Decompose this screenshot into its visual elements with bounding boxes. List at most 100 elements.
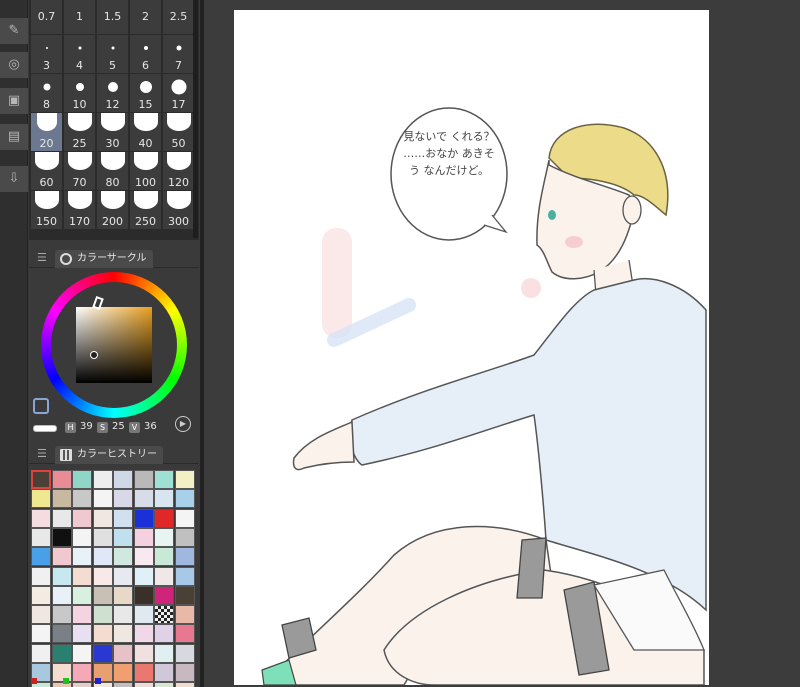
history-swatch[interactable]	[92, 624, 113, 644]
brush-size-250[interactable]: 250	[130, 191, 161, 229]
history-swatch[interactable]	[154, 489, 174, 509]
brush-size-15[interactable]: 15	[130, 74, 161, 112]
canvas-paper[interactable]: 見ないで くれる？ ……おなか あきそう なんだけど。	[234, 10, 709, 686]
history-swatch[interactable]	[31, 566, 51, 586]
history-swatch[interactable]	[174, 547, 195, 567]
brush-size-170[interactable]: 170	[64, 191, 95, 229]
history-swatch[interactable]	[92, 489, 113, 509]
history-swatch[interactable]	[92, 547, 113, 567]
history-swatch[interactable]	[113, 489, 133, 509]
brush-size-4[interactable]: 4	[64, 35, 95, 73]
play-icon[interactable]: ▶	[175, 416, 191, 432]
brush-size-0-7[interactable]: 0.7	[31, 0, 62, 34]
history-swatch[interactable]	[133, 643, 154, 663]
brush-size-7[interactable]: 7	[163, 35, 194, 73]
panel-menu-icon[interactable]: ☰	[37, 447, 47, 460]
history-swatch[interactable]	[51, 489, 72, 509]
history-swatch[interactable]	[72, 489, 92, 509]
brush-size-60[interactable]: 60	[31, 152, 62, 190]
brush-size-40[interactable]: 40	[130, 113, 161, 151]
history-swatch[interactable]	[113, 508, 133, 528]
history-swatch[interactable]	[133, 508, 154, 528]
tab-color-history[interactable]: カラーヒストリー	[55, 446, 163, 464]
history-swatch[interactable]	[113, 605, 133, 625]
brush-size-70[interactable]: 70	[64, 152, 95, 190]
history-swatch[interactable]	[92, 585, 113, 605]
history-swatch[interactable]	[113, 643, 133, 663]
brush-size-300[interactable]: 300	[163, 191, 194, 229]
history-swatch[interactable]	[51, 527, 72, 547]
history-swatch[interactable]	[154, 508, 174, 528]
history-swatch[interactable]	[154, 585, 174, 605]
history-swatch[interactable]	[51, 470, 72, 489]
brush-size-2[interactable]: 2	[130, 0, 161, 34]
history-swatch[interactable]	[133, 605, 154, 625]
saturation-value-square[interactable]	[76, 307, 152, 383]
history-swatch[interactable]	[31, 585, 51, 605]
history-swatch[interactable]	[113, 585, 133, 605]
history-swatch[interactable]	[133, 566, 154, 586]
history-swatch[interactable]	[31, 624, 51, 644]
brush-size-10[interactable]: 10	[64, 74, 95, 112]
brush-size-200[interactable]: 200	[97, 191, 128, 229]
history-swatch[interactable]	[72, 643, 92, 663]
history-swatch[interactable]	[92, 643, 113, 663]
brush-size-50[interactable]: 50	[163, 113, 194, 151]
history-swatch[interactable]	[72, 605, 92, 625]
history-swatch[interactable]	[154, 547, 174, 567]
history-swatch[interactable]	[31, 508, 51, 528]
history-swatch[interactable]	[51, 585, 72, 605]
brush-size-17[interactable]: 17	[163, 74, 194, 112]
history-swatch[interactable]	[133, 624, 154, 644]
history-swatch[interactable]	[31, 470, 51, 489]
history-swatch[interactable]	[72, 470, 92, 489]
history-swatch[interactable]	[113, 624, 133, 644]
download-icon[interactable]: ⇩	[0, 166, 28, 192]
history-swatch[interactable]	[31, 547, 51, 567]
brush-size-2-5[interactable]: 2.5	[163, 0, 194, 34]
brush-size-1[interactable]: 1	[64, 0, 95, 34]
film-icon[interactable]: ▤	[0, 124, 28, 150]
history-swatch[interactable]	[133, 489, 154, 509]
canvas-area[interactable]: 見ないで くれる？ ……おなか あきそう なんだけど。	[204, 0, 800, 687]
history-swatch[interactable]	[113, 547, 133, 567]
brush-size-25[interactable]: 25	[64, 113, 95, 151]
history-swatch[interactable]	[174, 489, 195, 509]
history-swatch[interactable]	[51, 547, 72, 567]
brush-size-30[interactable]: 30	[97, 113, 128, 151]
hue-ring[interactable]	[41, 272, 187, 418]
history-swatch[interactable]	[174, 605, 195, 625]
ruler-settings-icon[interactable]: ✎	[0, 18, 28, 44]
history-swatch[interactable]	[72, 585, 92, 605]
history-swatch[interactable]	[174, 508, 195, 528]
history-swatch[interactable]	[51, 624, 72, 644]
history-swatch[interactable]	[113, 470, 133, 489]
history-swatch[interactable]	[92, 508, 113, 528]
history-swatch[interactable]	[174, 624, 195, 644]
history-swatch[interactable]	[133, 547, 154, 567]
history-swatch[interactable]	[92, 566, 113, 586]
sv-cursor[interactable]	[90, 351, 98, 359]
history-swatch[interactable]	[174, 470, 195, 489]
history-swatch[interactable]	[51, 566, 72, 586]
history-swatch[interactable]	[133, 585, 154, 605]
history-swatch[interactable]	[133, 470, 154, 489]
brush-size-100[interactable]: 100	[130, 152, 161, 190]
history-swatch[interactable]	[92, 605, 113, 625]
transparent-toggle[interactable]	[33, 425, 57, 432]
history-swatch[interactable]	[174, 566, 195, 586]
panel-menu-icon[interactable]: ☰	[37, 251, 47, 264]
history-swatch[interactable]	[72, 508, 92, 528]
brush-size-12[interactable]: 12	[97, 74, 128, 112]
history-swatch[interactable]	[31, 643, 51, 663]
brush-size-6[interactable]: 6	[130, 35, 161, 73]
layer-icon[interactable]: ▣	[0, 88, 28, 114]
history-swatch[interactable]	[72, 547, 92, 567]
brush-size-5[interactable]: 5	[97, 35, 128, 73]
brush-size-1-5[interactable]: 1.5	[97, 0, 128, 34]
brush-size-8[interactable]: 8	[31, 74, 62, 112]
tab-color-circle[interactable]: カラーサークル	[55, 250, 153, 268]
history-swatch[interactable]	[31, 489, 51, 509]
pen-target-icon[interactable]: ◎	[0, 52, 28, 78]
main-color-swatch[interactable]	[33, 398, 49, 414]
